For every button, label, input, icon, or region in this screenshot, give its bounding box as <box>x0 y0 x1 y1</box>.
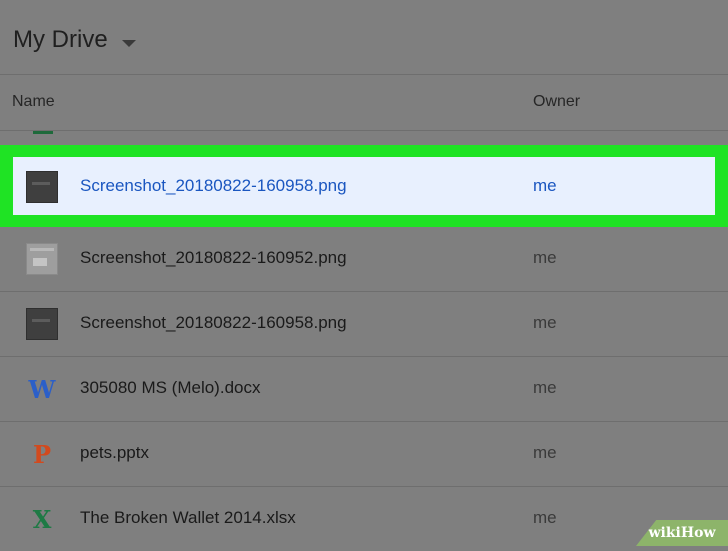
word-doc-glyph: W <box>28 374 56 404</box>
sheet-icon-partial <box>33 131 53 134</box>
excel-sheet-glyph: X <box>32 504 52 534</box>
image-thumbnail-light-icon <box>26 243 58 275</box>
file-name[interactable]: The Broken Wallet 2014.xlsx <box>80 508 296 528</box>
drive-header: My Drive <box>0 0 728 75</box>
column-header-row: Name Owner <box>0 75 728 131</box>
selected-file-highlight: Screenshot_20180822-160958.png me <box>0 145 728 227</box>
file-row[interactable]: Screenshot_20180822-160952.png me <box>0 227 728 292</box>
file-name[interactable]: Screenshot_20180822-160958.png <box>80 176 347 196</box>
file-owner: me <box>533 313 557 332</box>
owner-column-header[interactable]: Owner <box>533 93 580 111</box>
name-column-header[interactable]: Name <box>12 93 55 111</box>
my-drive-title[interactable]: My Drive <box>13 26 108 54</box>
file-owner: me <box>533 378 557 397</box>
image-thumbnail-dark-icon <box>26 308 58 340</box>
file-name[interactable]: pets.pptx <box>80 443 149 463</box>
caret-down-icon[interactable] <box>122 40 136 47</box>
file-row[interactable]: P pets.pptx me <box>0 422 728 487</box>
file-row[interactable]: Screenshot_20180822-160958.png me <box>0 292 728 357</box>
file-name[interactable]: 305080 MS (Melo).docx <box>80 378 260 398</box>
powerpoint-icon: P <box>26 438 58 470</box>
file-owner: me <box>533 508 557 527</box>
file-name[interactable]: Screenshot_20180822-160952.png <box>80 248 347 268</box>
image-thumbnail-dark-icon <box>26 171 58 203</box>
file-row[interactable]: W 305080 MS (Melo).docx me <box>0 357 728 422</box>
powerpoint-glyph: P <box>32 439 52 469</box>
excel-sheet-icon: X <box>26 503 58 535</box>
selected-file-row[interactable]: Screenshot_20180822-160958.png me <box>13 157 715 215</box>
file-owner: me <box>533 176 557 195</box>
file-owner: me <box>533 443 557 462</box>
file-name[interactable]: Screenshot_20180822-160958.png <box>80 313 347 333</box>
file-owner: me <box>533 248 557 267</box>
file-row[interactable]: X The Broken Wallet 2014.xlsx me <box>0 487 728 551</box>
word-doc-icon: W <box>26 373 58 405</box>
